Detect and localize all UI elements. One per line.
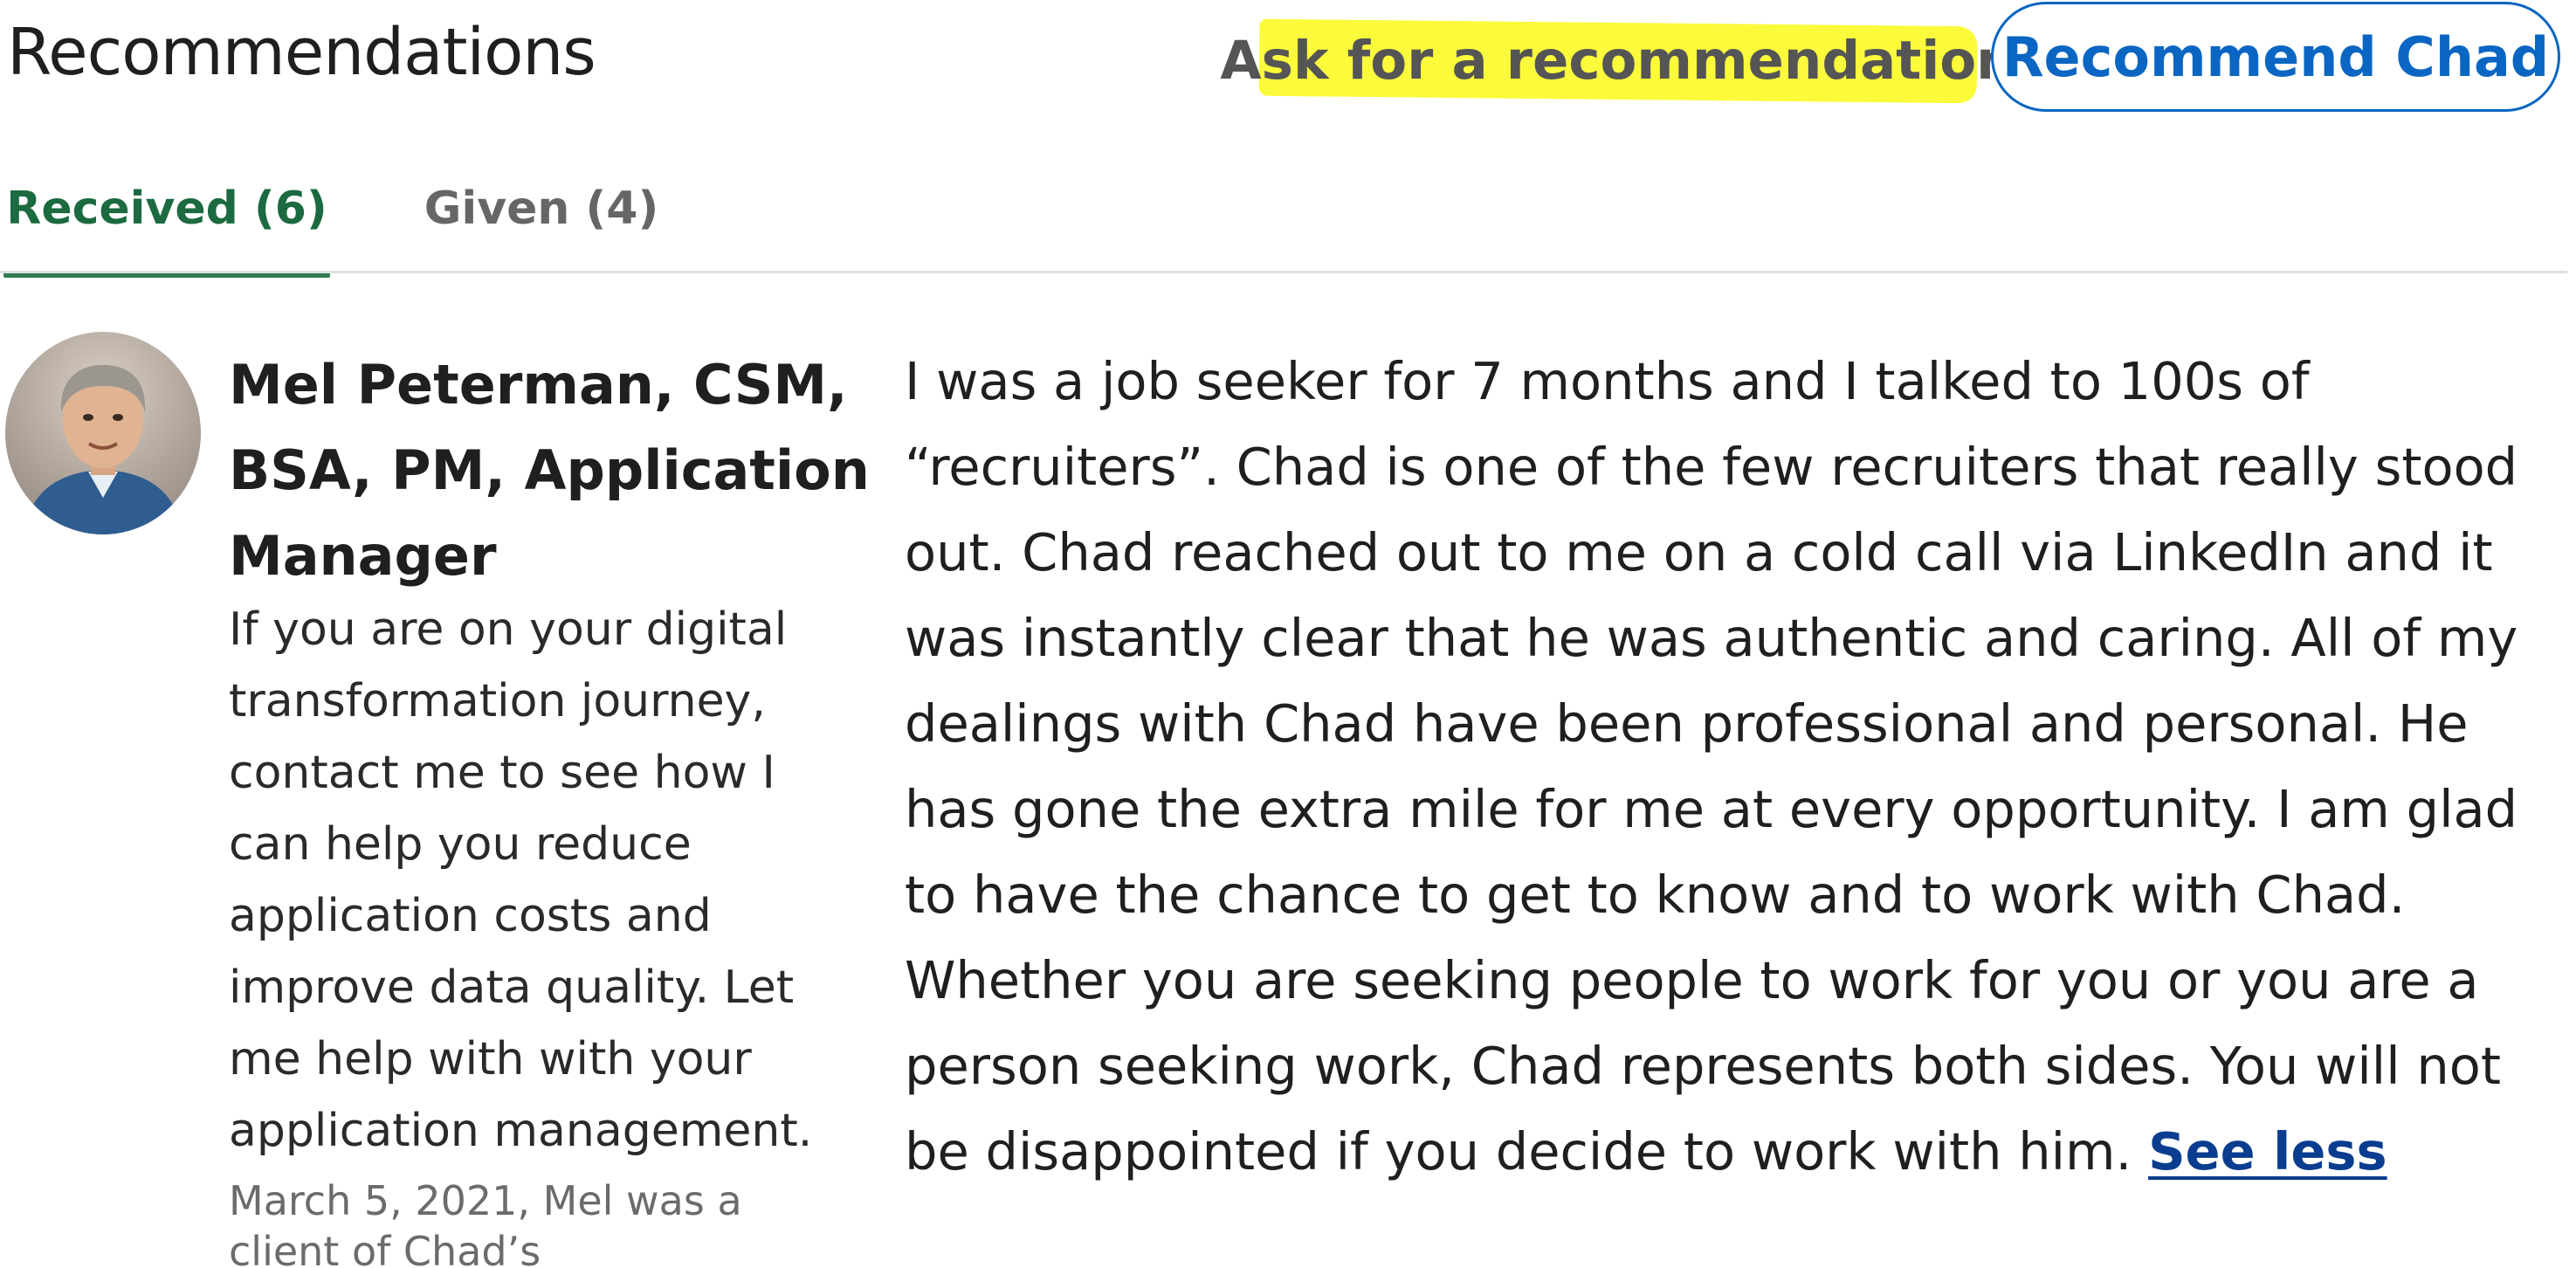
recommender-headline: If you are on your digital transformatio…	[229, 603, 813, 1157]
see-less-link[interactable]: See less	[2148, 1121, 2387, 1182]
recommender-name[interactable]: Mel Peterman, CSM, BSA, PM, Application …	[229, 342, 875, 599]
avatar-photo	[5, 332, 201, 534]
ask-for-recommendation-link[interactable]: Ask for a recommendation	[1220, 24, 2014, 96]
recommendations-section: Recommendations Ask for a recommendation…	[0, 0, 2576, 1268]
recommendation-body: I was a job seeker for 7 months and I ta…	[905, 339, 2573, 1195]
recommendation-text: I was a job seeker for 7 months and I ta…	[905, 351, 2518, 1182]
recommend-button[interactable]: Recommend Chad	[1991, 2, 2560, 112]
avatar[interactable]	[5, 332, 201, 534]
recommendation-date-relation: March 5, 2021, Mel was a client of Chad’…	[229, 1177, 742, 1268]
section-title: Recommendations	[7, 15, 596, 90]
recommendation-tabs: Received (6) Given (4)	[0, 147, 2567, 278]
tabs-divider	[0, 271, 2567, 273]
tab-given[interactable]: Given (4)	[410, 147, 672, 271]
tab-received[interactable]: Received (6)	[3, 147, 330, 278]
